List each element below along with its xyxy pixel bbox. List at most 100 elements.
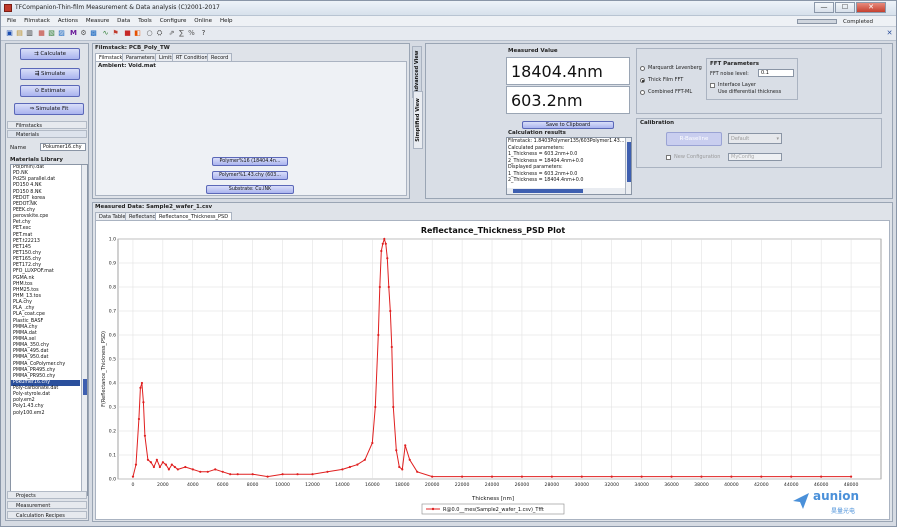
- help-icon[interactable]: ?: [199, 29, 208, 38]
- flag-icon[interactable]: ⚑: [111, 29, 120, 38]
- r-baseline-button[interactable]: R-Baseline: [666, 132, 722, 146]
- minimize-button[interactable]: —: [814, 2, 834, 13]
- projects-section[interactable]: Projects: [7, 491, 87, 499]
- table-icon[interactable]: ▨: [57, 29, 66, 38]
- title-bar: TFCompanion-Thin-film Measurement & Data…: [1, 1, 896, 16]
- tab-record[interactable]: Record: [207, 53, 233, 61]
- watermark-sub: 昊量光电: [831, 508, 856, 515]
- estimate-button[interactable]: ⊙ Estimate: [20, 85, 80, 97]
- calibration-label: Calibration: [640, 120, 675, 126]
- radio-combined[interactable]: [640, 90, 645, 95]
- materials-section[interactable]: Materials: [7, 130, 87, 138]
- menu-data[interactable]: Data: [117, 18, 130, 24]
- m-icon[interactable]: M: [69, 29, 78, 38]
- film-icon[interactable]: ◧: [133, 29, 142, 38]
- measurement-section[interactable]: Measurement: [7, 501, 87, 509]
- grid-icon[interactable]: ▩: [89, 29, 98, 38]
- chart-icon[interactable]: ▦: [37, 29, 46, 38]
- filmstacks-section[interactable]: Filmstacks: [7, 121, 87, 129]
- calc-recipes-section[interactable]: Calculation Recipes: [7, 511, 87, 519]
- percent-icon[interactable]: %: [187, 29, 196, 38]
- config-name-field[interactable]: MyConfig: [728, 153, 782, 161]
- calc-results-box[interactable]: Filmstack: 1.8403Polymer135/603Polymer1.…: [506, 137, 632, 195]
- new-config-label: New Configuration: [674, 154, 721, 160]
- materials-library-label: Materials Library: [10, 157, 63, 163]
- calc-results-vthumb[interactable]: [627, 142, 631, 182]
- x-tick-label: 20000: [425, 482, 440, 488]
- calc-results-hscroll[interactable]: [507, 188, 625, 194]
- x-tick-label: 44000: [784, 482, 799, 488]
- interface-layer-label: Interface Layer: [718, 82, 756, 88]
- simplified-view-tab[interactable]: Simplified View: [413, 91, 423, 149]
- data-point: [164, 463, 167, 466]
- calc-results-label: Calculation results: [508, 130, 566, 136]
- dropdown-arrow-icon: ▾: [776, 136, 779, 142]
- menu-online[interactable]: Online: [194, 18, 212, 24]
- menu-measure[interactable]: Measure: [86, 18, 109, 24]
- calculate-button[interactable]: ⇉ Calculate: [20, 48, 80, 60]
- target-icon[interactable]: ○: [145, 29, 154, 38]
- wave-icon[interactable]: ∿: [101, 29, 110, 38]
- measured-value-2: 603.2nm: [506, 86, 630, 114]
- layer-polymer16-button[interactable]: Polymer%16 (18404.4n...: [212, 157, 288, 166]
- x-axis-label: Thickness [nm]: [471, 496, 514, 502]
- data-point: [251, 473, 254, 476]
- materials-list[interactable]: Pd(bmih).dat PD.NK Pd25i parallel.dat PD150…: [10, 164, 88, 496]
- close-button[interactable]: ✕: [856, 2, 886, 13]
- x-tick-label: 42000: [754, 482, 769, 488]
- config-icon[interactable]: ⚙: [79, 29, 88, 38]
- calibration-dropdown[interactable]: Default ▾: [728, 133, 782, 144]
- material-list-item[interactable]: poly100.em2: [11, 411, 80, 417]
- calc-icon[interactable]: ∑: [177, 29, 186, 38]
- legend-label: R@0.0__mes(Sample2_wafer_1.csv)_Tfft: [443, 507, 544, 513]
- materials-scroll-thumb[interactable]: [83, 379, 87, 395]
- calc-recipes-label: Calculation Recipes: [16, 513, 65, 519]
- open-folder-icon[interactable]: ▤: [15, 29, 24, 38]
- tab-reflectance-psd[interactable]: Reflectance_Thickness_PSD: [155, 212, 233, 220]
- noise-level-field[interactable]: 0.1: [758, 69, 794, 77]
- data-point: [386, 257, 389, 260]
- print-icon[interactable]: ▥: [25, 29, 34, 38]
- name-field[interactable]: Pokumer16.chy: [40, 143, 86, 151]
- materials-scrollbar[interactable]: [81, 165, 87, 495]
- menu-tools[interactable]: Tools: [138, 18, 152, 24]
- menu-configure[interactable]: Configure: [160, 18, 187, 24]
- save-to-clipboard-button[interactable]: Save to Clipboard: [522, 121, 614, 129]
- watermark: aunion 昊量光电: [791, 489, 891, 519]
- simulate-label: Simulate: [41, 71, 66, 77]
- window-title: TFCompanion-Thin-film Measurement & Data…: [15, 4, 220, 11]
- menu-actions[interactable]: Actions: [58, 18, 78, 24]
- stop-icon[interactable]: ■: [123, 29, 132, 38]
- pin-close-icon[interactable]: ✕: [885, 29, 894, 38]
- menu-help[interactable]: Help: [220, 18, 233, 24]
- legend-marker: [431, 507, 435, 511]
- simulate-fit-button[interactable]: ⇒ Simulate Fit: [14, 103, 84, 115]
- settings-icon[interactable]: ⛭: [155, 29, 164, 38]
- layer-polymer143-button[interactable]: Polymer%1.43.chy (603...: [212, 171, 288, 180]
- data-point: [401, 468, 404, 471]
- noise-level-label: FFT noise level:: [710, 71, 749, 77]
- radio-marquardt[interactable]: [640, 66, 645, 71]
- simulate-button[interactable]: ⇶ Simulate: [20, 68, 80, 80]
- measure-icon[interactable]: ▧: [47, 29, 56, 38]
- calc-results-hthumb[interactable]: [513, 189, 583, 193]
- interface-layer-checkbox[interactable]: [710, 83, 715, 88]
- calc-result-line: Filmstack: 1.8403Polymer135/603Polymer1.…: [508, 139, 625, 144]
- save-icon[interactable]: ▣: [5, 29, 14, 38]
- tab-parameters[interactable]: Parameters: [122, 53, 159, 61]
- calc-results-vscroll[interactable]: [625, 138, 631, 194]
- app-window: TFCompanion-Thin-film Measurement & Data…: [0, 0, 897, 527]
- psd-plot[interactable]: Reflectance_Thickness_PSD Plot 0 2000 4000…: [96, 221, 889, 519]
- data-point: [143, 434, 147, 437]
- ambient-label: Ambient: Void.mat: [98, 63, 156, 69]
- data-point: [820, 475, 823, 478]
- new-config-checkbox[interactable]: [666, 155, 671, 160]
- radio-thick-film-fft[interactable]: [640, 78, 645, 83]
- export-icon[interactable]: ⇗: [167, 29, 176, 38]
- aunion-logo-icon: [793, 493, 809, 509]
- layer-substrate-button[interactable]: Substrate: Cu.lNK: [206, 185, 294, 194]
- maximize-button[interactable]: ☐: [835, 2, 855, 13]
- data-point: [131, 475, 135, 478]
- menu-filmstack[interactable]: Filmstack: [24, 18, 50, 24]
- menu-file[interactable]: File: [7, 18, 16, 24]
